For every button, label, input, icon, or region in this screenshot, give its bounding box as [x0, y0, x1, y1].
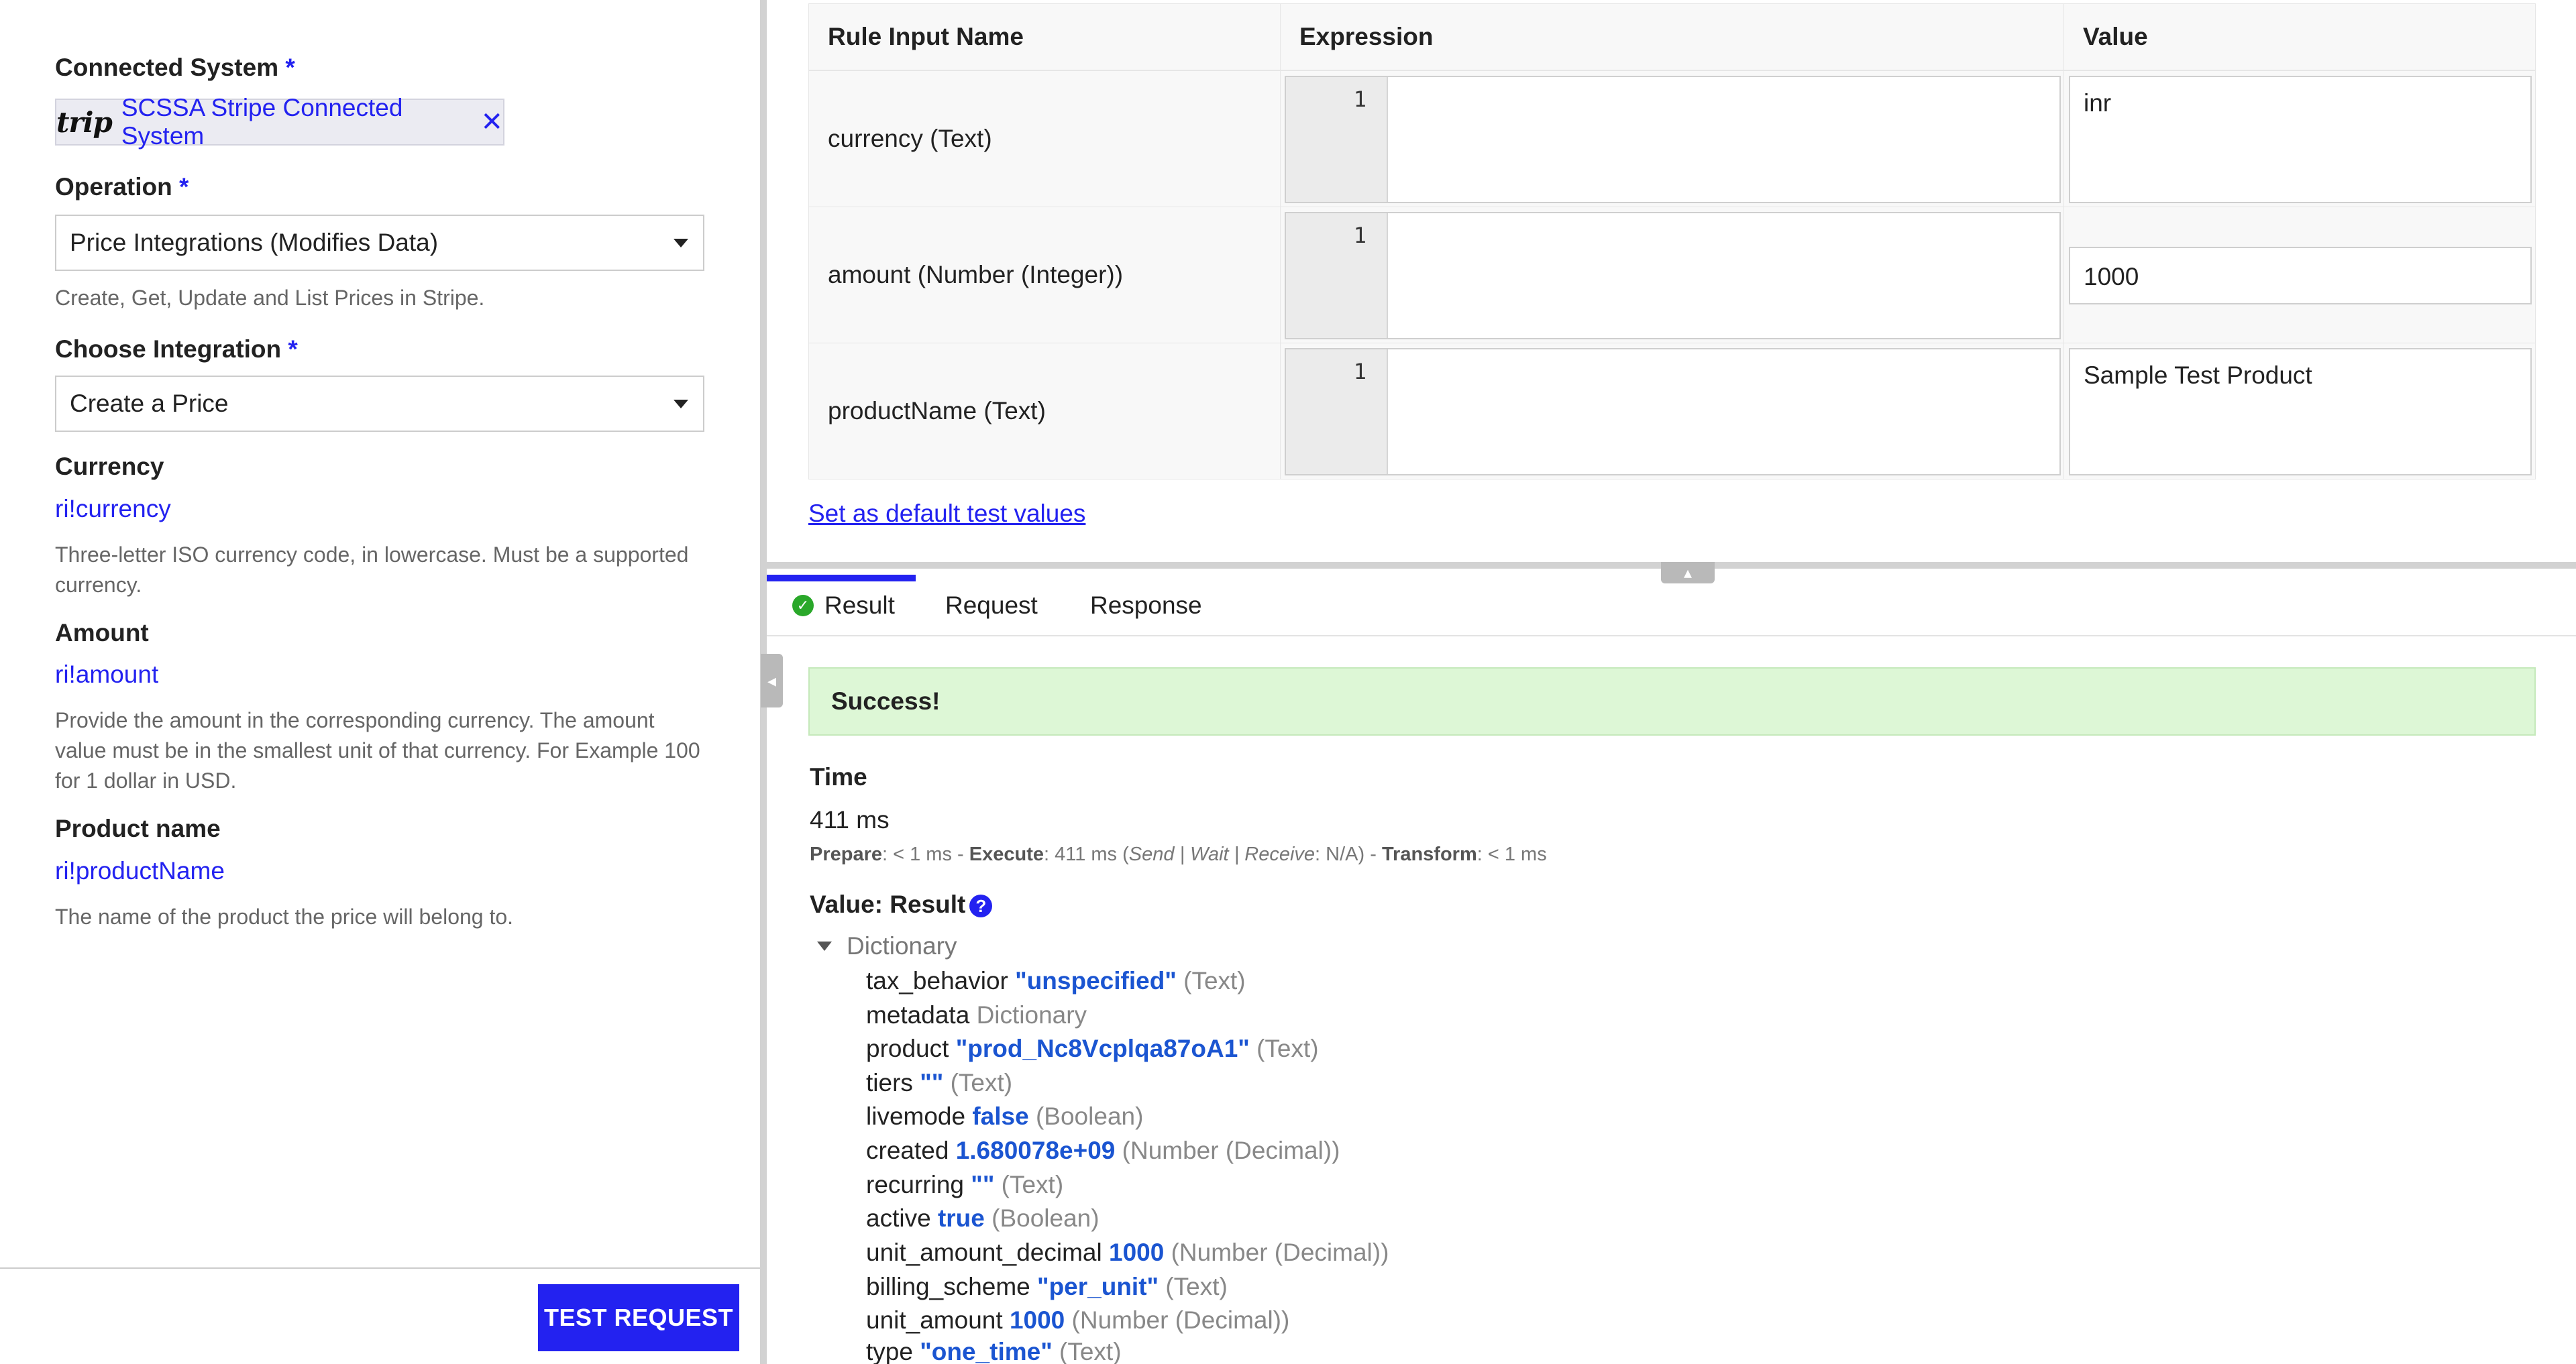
- result-tabs: ✓ Result Request Response: [767, 575, 2576, 636]
- set-default-test-values-link[interactable]: Set as default test values: [808, 500, 1085, 528]
- connected-system-label: Connected System *: [55, 54, 295, 81]
- list-item: metadata Dictionary: [866, 1001, 1087, 1029]
- help-icon[interactable]: ?: [969, 895, 993, 918]
- time-label: Time: [810, 763, 867, 791]
- choose-integration-label: Choose Integration *: [55, 335, 298, 363]
- list-item: tiers "" (Text): [866, 1069, 1013, 1096]
- column-header-expression: Expression: [1280, 3, 2065, 70]
- value-field-currency[interactable]: inr: [2069, 76, 2532, 203]
- caret-down-icon[interactable]: [817, 942, 832, 951]
- check-circle-icon: ✓: [792, 595, 814, 616]
- column-header-value: Value: [2063, 3, 2536, 70]
- currency-rule-input-link[interactable]: ri!currency: [55, 495, 171, 523]
- collapse-left-icon[interactable]: ◂: [761, 654, 783, 707]
- tab-result[interactable]: ✓ Result: [767, 575, 916, 636]
- expression-editor-amount[interactable]: 1: [1285, 212, 2061, 339]
- line-number: 1: [1286, 213, 1388, 338]
- product-name-rule-input-link[interactable]: ri!productName: [55, 857, 225, 885]
- operation-help: Create, Get, Update and List Prices in S…: [55, 286, 485, 310]
- list-item: unit_amount 1000 (Number (Decimal)): [866, 1306, 1290, 1334]
- chevron-down-icon: [674, 400, 688, 408]
- tab-request[interactable]: Request: [945, 575, 1038, 636]
- line-number: 1: [1286, 349, 1388, 474]
- tab-response[interactable]: Response: [1090, 575, 1202, 636]
- timing-breakdown: Prepare: < 1 ms - Execute: 411 ms (Send …: [810, 844, 1547, 865]
- list-item: created 1.680078e+09 (Number (Decimal)): [866, 1137, 1340, 1164]
- product-name-label: Product name: [55, 815, 221, 842]
- list-item: billing_scheme "per_unit" (Text): [866, 1273, 1228, 1300]
- value-field-productname[interactable]: Sample Test Product: [2069, 348, 2532, 475]
- success-banner: Success!: [808, 667, 2536, 736]
- operation-value: Price Integrations (Modifies Data): [70, 229, 439, 256]
- remove-icon[interactable]: ✕: [480, 107, 503, 137]
- integration-config-panel: Connected System * trip SCSSA Stripe Con…: [0, 0, 760, 1364]
- expression-editor-productname[interactable]: 1: [1285, 348, 2061, 475]
- time-value: 411 ms: [810, 806, 890, 834]
- value-result-label: Value: Result?: [810, 891, 993, 919]
- amount-help: Provide the amount in the corresponding …: [55, 708, 700, 793]
- connected-system-name[interactable]: SCSSA Stripe Connected System: [121, 94, 468, 150]
- expression-editor-currency[interactable]: 1: [1285, 76, 2061, 203]
- integration-value: Create a Price: [70, 390, 229, 417]
- rule-input-name-productname: productName (Text): [808, 343, 1281, 479]
- rule-input-name-amount: amount (Number (Integer)): [808, 207, 1281, 343]
- list-item: active true (Boolean): [866, 1204, 1099, 1232]
- operation-label: Operation *: [55, 173, 189, 201]
- stripe-logo-icon: trip: [56, 105, 113, 139]
- test-request-button[interactable]: TEST REQUEST: [538, 1284, 739, 1351]
- chevron-down-icon: [674, 239, 688, 247]
- operation-dropdown[interactable]: Price Integrations (Modifies Data): [55, 215, 704, 271]
- connected-system-chip[interactable]: trip SCSSA Stripe Connected System ✕: [55, 94, 504, 150]
- dictionary-toggle[interactable]: Dictionary: [817, 932, 957, 960]
- list-item: tax_behavior "unspecified" (Text): [866, 967, 1246, 994]
- list-item: recurring "" (Text): [866, 1171, 1064, 1198]
- amount-rule-input-link[interactable]: ri!amount: [55, 661, 158, 689]
- product-name-help: The name of the product the price will b…: [55, 905, 514, 929]
- rule-input-name-currency: currency (Text): [808, 70, 1281, 207]
- currency-label: Currency: [55, 453, 164, 480]
- list-item: product "prod_Nc8Vcplqa87oA1" (Text): [866, 1035, 1319, 1062]
- amount-label: Amount: [55, 619, 149, 646]
- integration-dropdown[interactable]: Create a Price: [55, 376, 704, 432]
- line-number: 1: [1286, 77, 1388, 202]
- currency-help: Three-letter ISO currency code, in lower…: [55, 543, 689, 597]
- list-item: livemode false (Boolean): [866, 1102, 1144, 1130]
- value-field-amount[interactable]: 1000: [2069, 247, 2532, 304]
- footer-divider: [0, 1267, 760, 1269]
- list-item: unit_amount_decimal 1000 (Number (Decima…: [866, 1239, 1389, 1266]
- column-header-rule-input-name: Rule Input Name: [808, 3, 1281, 70]
- list-item: type "one_time" (Text): [866, 1338, 1122, 1364]
